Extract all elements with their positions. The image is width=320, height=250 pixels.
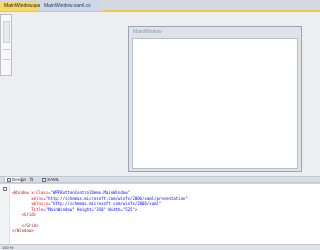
tab-label: MainWindow.xaml.cs: [44, 3, 91, 9]
tab-mainwindow-xaml[interactable]: MainWindow.xaml ×: [0, 1, 44, 12]
design-surface[interactable]: MainWindow: [12, 14, 320, 176]
toolbox-panel[interactable]: [0, 14, 12, 76]
collapse-icon[interactable]: -: [3, 187, 7, 191]
close-icon[interactable]: ×: [33, 2, 36, 12]
xaml-editor[interactable]: - <Window x:Class="WPFButtonControlDemo.…: [0, 183, 320, 245]
window-title: MainWindow: [133, 29, 162, 35]
swap-icon: ⇅: [29, 177, 34, 182]
zoom-level[interactable]: 100 %: [2, 245, 13, 250]
divider: [3, 49, 10, 50]
document-tab-strip: MainWindow.xaml × MainWindow.xaml.cs: [0, 0, 320, 12]
tab-xaml-label: XAML: [47, 177, 60, 182]
panel-handle[interactable]: [3, 21, 10, 43]
editor-gutter: -: [0, 184, 10, 245]
design-icon: [7, 178, 11, 182]
tab-design-label: Design: [12, 177, 27, 182]
code-block[interactable]: <Window x:Class="WPFButtonControlDemo.Ma…: [12, 185, 188, 244]
window-preview[interactable]: MainWindow: [128, 26, 302, 172]
tab-mainwindow-xaml-cs[interactable]: MainWindow.xaml.cs: [40, 1, 102, 11]
xaml-icon: [42, 178, 46, 182]
divider: [3, 59, 10, 60]
code-line: </Window>: [12, 228, 34, 234]
tab-label: MainWindow.xaml: [4, 3, 45, 9]
split-view-bar: Design ⇅ XAML: [0, 176, 320, 183]
window-client-area[interactable]: [132, 38, 298, 169]
editor-status-bar: 100 %: [0, 244, 320, 250]
